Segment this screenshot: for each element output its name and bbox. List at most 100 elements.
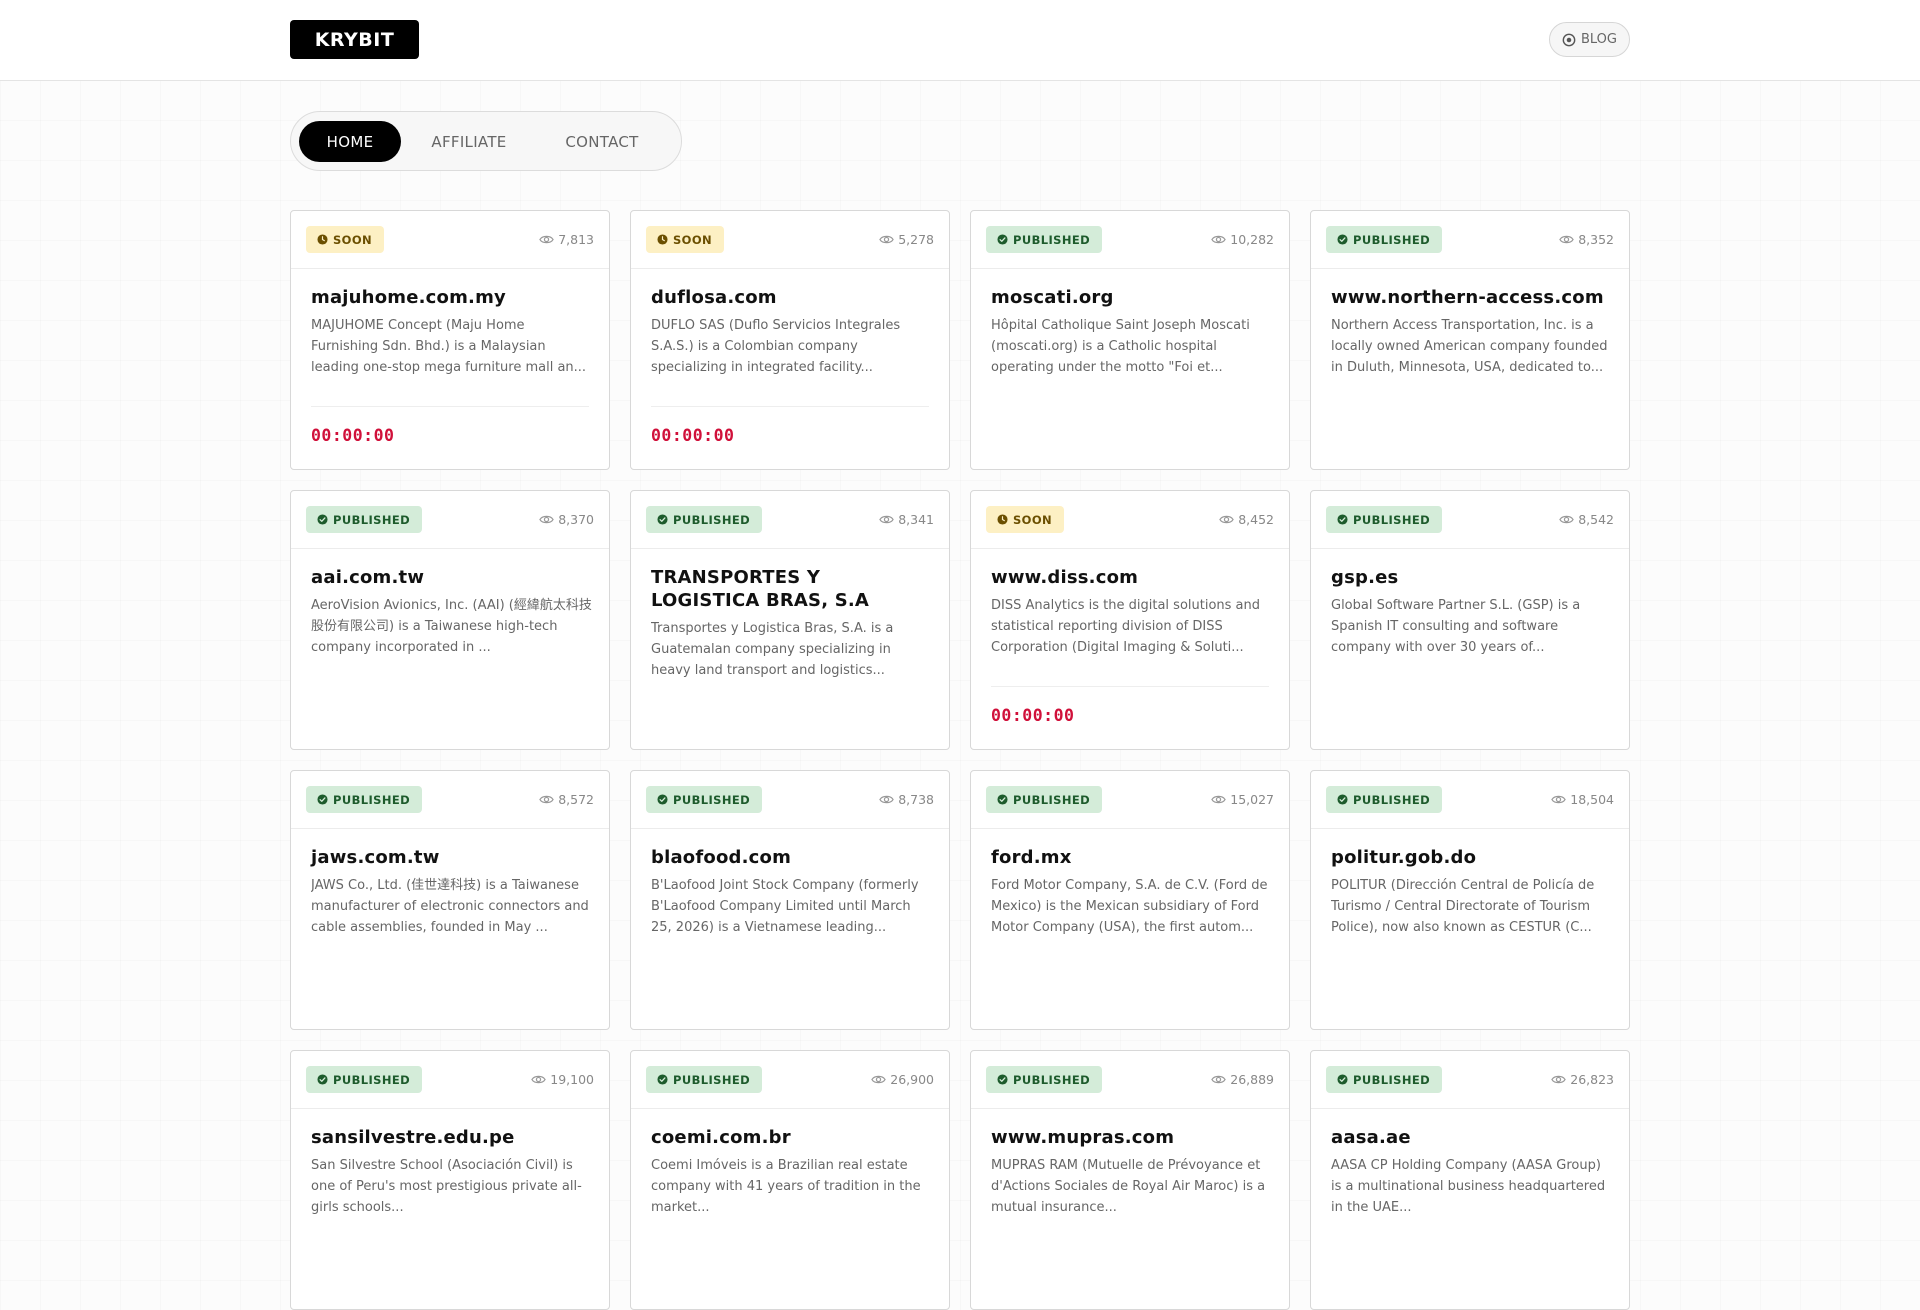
tab-affiliate[interactable]: AFFILIATE [411,121,527,162]
view-count-value: 8,352 [1578,232,1614,247]
check-circle-icon [997,1074,1008,1085]
status-badge-label: PUBLISHED [673,792,751,807]
domain-card[interactable]: PUBLISHED 8,542 gsp.es Global Software P… [1310,490,1630,750]
eye-icon [1211,235,1227,244]
card-description: JAWS Co., Ltd. (佳世達科技) is a Taiwanese ma… [311,878,589,935]
card-header: PUBLISHED 26,889 [971,1051,1289,1109]
domain-card[interactable]: PUBLISHED 15,027 ford.mx Ford Motor Comp… [970,770,1290,1030]
status-badge: PUBLISHED [646,506,763,533]
card-header: PUBLISHED 26,900 [631,1051,949,1109]
domain-card[interactable]: PUBLISHED 18,504 politur.gob.do POLITUR … [1310,770,1630,1030]
eye-icon [539,515,554,524]
card-title[interactable]: sansilvestre.edu.pe [311,1126,593,1149]
status-badge-label: PUBLISHED [1353,512,1431,527]
tab-home[interactable]: HOME [299,121,401,162]
eye-icon [1559,235,1574,244]
view-count: 8,370 [539,512,594,527]
card-body: aasa.ae AASA CP Holding Company (AASA Gr… [1331,1126,1613,1218]
card-title[interactable]: duflosa.com [651,286,933,309]
card-title[interactable]: jaws.com.tw [311,846,593,869]
card-title[interactable]: www.diss.com [991,566,1273,589]
check-circle-icon [317,794,328,805]
domain-card-grid: SOON 7,813 majuhome.com.my MAJUHOME Conc… [290,210,1630,1310]
card-title[interactable]: www.northern-access.com [1331,286,1613,309]
domain-card[interactable]: PUBLISHED 10,282 moscati.org Hôpital Cat… [970,210,1290,470]
card-description: DUFLO SAS (Duflo Servicios Integrales S.… [651,318,901,375]
domain-card[interactable]: PUBLISHED 8,352 www.northern-access.com … [1310,210,1630,470]
view-count: 7,813 [539,232,594,247]
card-title[interactable]: www.mupras.com [991,1126,1273,1149]
card-header: PUBLISHED 8,738 [631,771,949,829]
domain-card[interactable]: PUBLISHED 8,738 blaofood.com B'Laofood J… [630,770,950,1030]
eye-icon [531,1075,547,1084]
card-title[interactable]: aai.com.tw [311,566,593,589]
card-title[interactable]: TRANSPORTES Y LOGISTICA BRAS, S.A [651,566,933,612]
blog-button[interactable]: BLOG [1549,22,1630,57]
countdown-timer: 00:00:00 [311,406,589,445]
status-badge-label: SOON [333,232,373,247]
view-count-value: 8,738 [898,792,934,807]
view-count-value: 8,572 [558,792,594,807]
domain-card[interactable]: PUBLISHED 8,572 jaws.com.tw JAWS Co., Lt… [290,770,610,1030]
status-badge: PUBLISHED [986,226,1103,253]
status-badge: PUBLISHED [306,786,423,813]
eye-icon [879,515,894,524]
card-title[interactable]: moscati.org [991,286,1273,309]
domain-card[interactable]: SOON 8,452 www.diss.com DISS Analytics i… [970,490,1290,750]
card-description: DISS Analytics is the digital solutions … [991,598,1261,655]
card-description: MUPRAS RAM (Mutuelle de Prévoyance et d'… [991,1158,1266,1215]
domain-card[interactable]: PUBLISHED 8,370 aai.com.tw AeroVision Av… [290,490,610,750]
card-description: Hôpital Catholique Saint Joseph Moscati … [991,318,1250,375]
card-title[interactable]: aasa.ae [1331,1126,1613,1149]
domain-card[interactable]: SOON 7,813 majuhome.com.my MAJUHOME Conc… [290,210,610,470]
card-header: PUBLISHED 8,370 [291,491,609,549]
card-title[interactable]: blaofood.com [651,846,933,869]
card-body: majuhome.com.my MAJUHOME Concept (Maju H… [311,286,593,378]
card-title[interactable]: politur.gob.do [1331,846,1613,869]
card-body: TRANSPORTES Y LOGISTICA BRAS, S.A Transp… [651,566,933,681]
check-circle-icon [1337,794,1348,805]
check-circle-icon [1337,514,1348,525]
view-count: 10,282 [1211,232,1274,247]
view-count-value: 8,452 [1238,512,1274,527]
domain-card[interactable]: PUBLISHED 26,900 coemi.com.br Coemi Imóv… [630,1050,950,1310]
status-badge-label: PUBLISHED [673,1072,751,1087]
eye-icon [1559,515,1574,524]
status-badge-label: PUBLISHED [1013,1072,1091,1087]
domain-card[interactable]: SOON 5,278 duflosa.com DUFLO SAS (Duflo … [630,210,950,470]
status-badge: PUBLISHED [986,786,1103,813]
status-badge: SOON [306,226,385,253]
card-header: PUBLISHED 19,100 [291,1051,609,1109]
card-title[interactable]: gsp.es [1331,566,1613,589]
card-description: Northern Access Transportation, Inc. is … [1331,318,1608,375]
view-count: 26,823 [1551,1072,1614,1087]
status-badge-label: PUBLISHED [333,1072,411,1087]
view-count-value: 26,823 [1570,1072,1614,1087]
card-description: Global Software Partner S.L. (GSP) is a … [1331,598,1581,655]
check-circle-icon [997,234,1008,245]
view-count-value: 18,504 [1570,792,1614,807]
card-header: PUBLISHED 8,572 [291,771,609,829]
site-logo[interactable]: KRYBIT [290,20,419,59]
card-header: PUBLISHED 26,823 [1311,1051,1629,1109]
card-body: www.mupras.com MUPRAS RAM (Mutuelle de P… [991,1126,1273,1218]
view-count: 8,452 [1219,512,1274,527]
card-title[interactable]: ford.mx [991,846,1273,869]
view-count: 18,504 [1551,792,1614,807]
domain-card[interactable]: PUBLISHED 19,100 sansilvestre.edu.pe San… [290,1050,610,1310]
card-header: PUBLISHED 8,352 [1311,211,1629,269]
view-count-value: 26,900 [890,1072,934,1087]
status-badge: PUBLISHED [306,506,423,533]
domain-card[interactable]: PUBLISHED 26,823 aasa.ae AASA CP Holding… [1310,1050,1630,1310]
view-count: 8,341 [879,512,934,527]
card-title[interactable]: coemi.com.br [651,1126,933,1149]
domain-card[interactable]: PUBLISHED 26,889 www.mupras.com MUPRAS R… [970,1050,1290,1310]
domain-card[interactable]: PUBLISHED 8,341 TRANSPORTES Y LOGISTICA … [630,490,950,750]
status-badge: SOON [986,506,1065,533]
eye-icon [1551,1075,1567,1084]
view-count: 8,738 [879,792,934,807]
card-title[interactable]: majuhome.com.my [311,286,593,309]
tab-contact[interactable]: CONTACT [537,121,667,162]
status-badge-label: PUBLISHED [1353,232,1431,247]
card-body: coemi.com.br Coemi Imóveis is a Brazilia… [651,1126,933,1218]
